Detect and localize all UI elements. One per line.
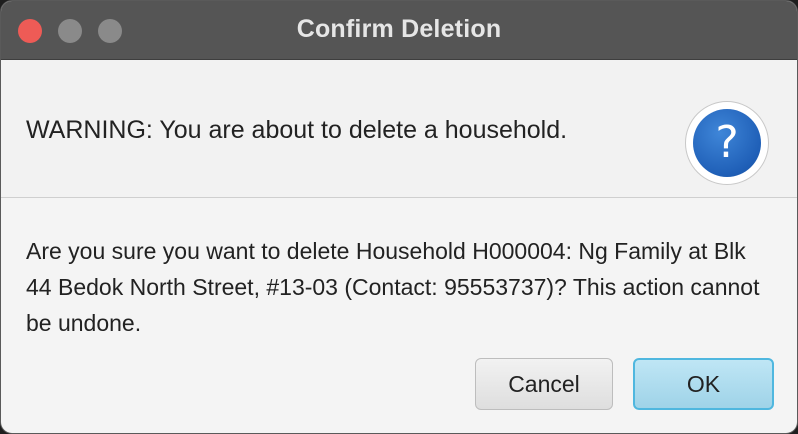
question-mark-glyph: ?: [693, 109, 761, 177]
confirm-dialog: Confirm Deletion WARNING: You are about …: [0, 0, 798, 434]
dialog-header: WARNING: You are about to delete a house…: [1, 60, 797, 198]
warning-header-text: WARNING: You are about to delete a house…: [26, 116, 568, 144]
ok-button[interactable]: OK: [633, 358, 774, 410]
title-bar[interactable]: Confirm Deletion: [1, 1, 797, 60]
window-title: Confirm Deletion: [296, 15, 502, 43]
question-icon: ?: [685, 101, 769, 185]
cancel-button[interactable]: Cancel: [475, 358, 613, 410]
dialog-message: Are you sure you want to delete Househol…: [26, 238, 760, 336]
